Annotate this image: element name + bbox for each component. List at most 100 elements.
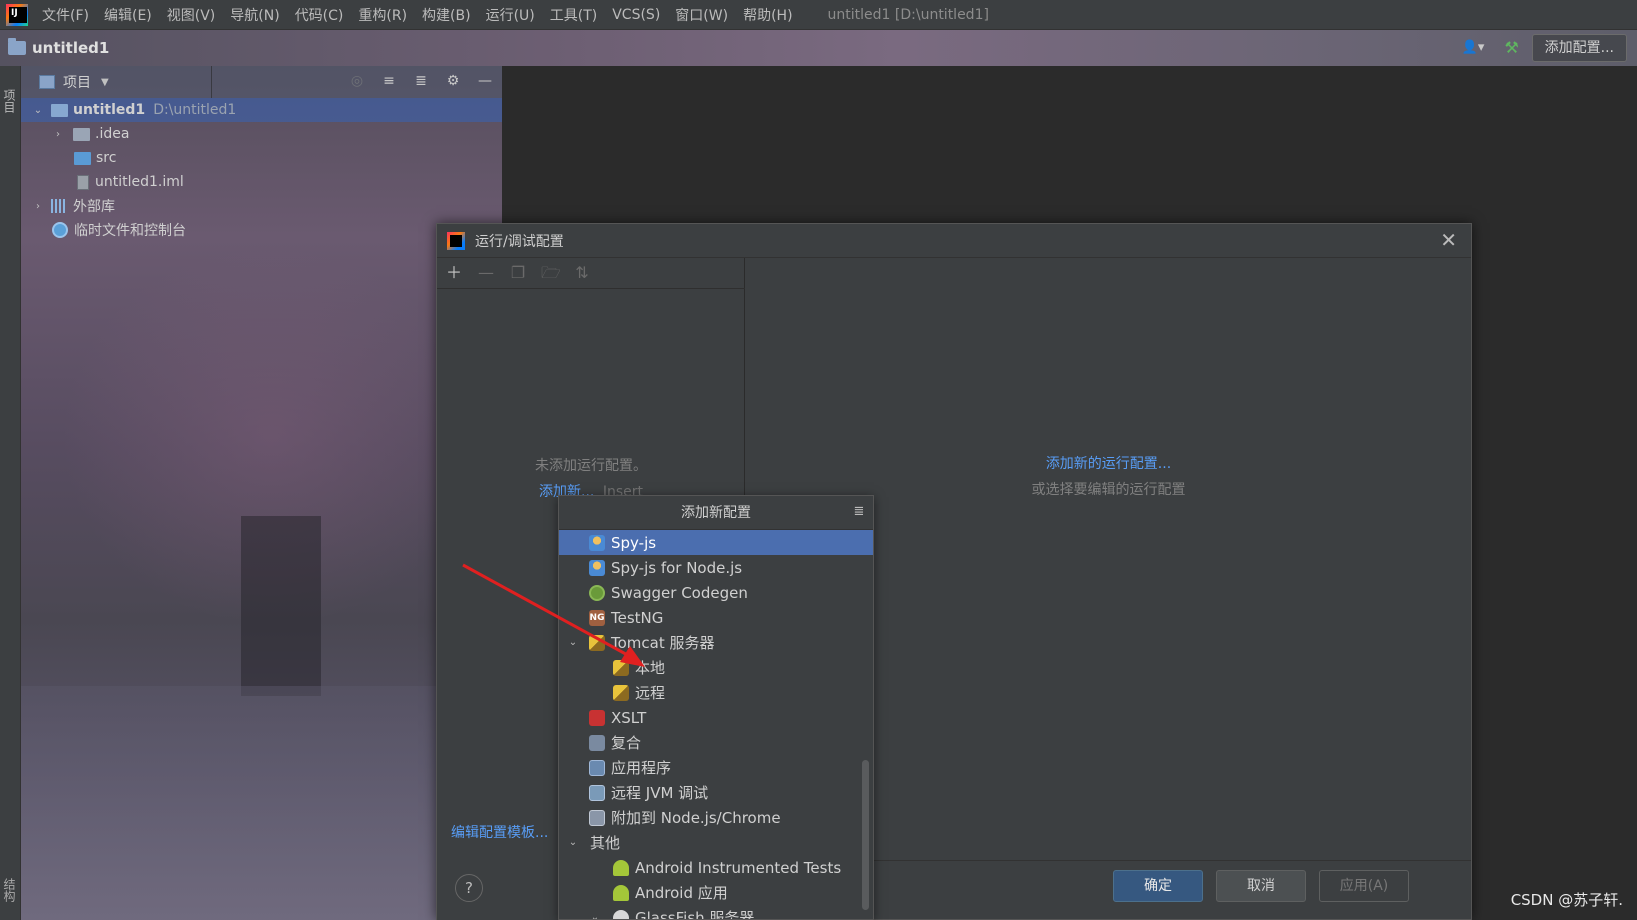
close-icon[interactable]: ✕ — [1440, 230, 1457, 250]
list-item-label: XSLT — [611, 708, 647, 727]
nav-project-name[interactable]: untitled1 — [32, 39, 109, 57]
menu-refactor[interactable]: 重构(R) — [358, 5, 407, 25]
chevron-down-icon[interactable]: ⌄ — [567, 837, 579, 848]
list-item-android-instrumented-tests[interactable]: Android Instrumented Tests — [559, 855, 873, 880]
module-folder-icon — [51, 103, 68, 117]
add-new-run-configuration-link[interactable]: 添加新的运行配置... — [746, 453, 1471, 473]
list-item-remote-jvm-debug[interactable]: 远程 JVM 调试 — [559, 780, 873, 805]
move-to-folder-icon[interactable]: 🗁 — [541, 264, 561, 282]
tree-item-label: src — [96, 150, 117, 166]
library-icon — [51, 199, 67, 213]
tree-item-label: .idea — [95, 126, 130, 142]
menu-vcs[interactable]: VCS(S) — [612, 7, 660, 23]
chevron-down-icon[interactable]: ⌄ — [31, 105, 45, 116]
copy-icon[interactable]: ❐ — [509, 264, 527, 282]
ok-button[interactable]: 确定 — [1113, 870, 1203, 902]
remove-icon[interactable]: — — [477, 264, 495, 282]
popup-scrollbar[interactable] — [862, 760, 869, 910]
list-item-swagger-codegen[interactable]: Swagger Codegen — [559, 580, 873, 605]
menu-navigate[interactable]: 导航(N) — [230, 5, 279, 25]
chevron-down-icon[interactable]: ⌄ — [567, 637, 579, 648]
chevron-right-icon[interactable]: › — [51, 129, 65, 140]
list-item-label: Android 应用 — [635, 884, 728, 902]
project-panel-header: 项目 ▼ ◎ ≡ ≣ ⚙ — — [21, 66, 502, 98]
chevron-right-icon[interactable]: › — [31, 201, 45, 212]
project-panel-title[interactable]: 项目 — [63, 72, 91, 92]
menu-tools[interactable]: 工具(T) — [550, 5, 597, 25]
list-item-android-app[interactable]: Android 应用 — [559, 880, 873, 905]
locate-file-icon[interactable]: ◎ — [348, 72, 366, 90]
build-hammer-icon[interactable]: ⚒ — [1502, 38, 1522, 58]
list-item-application[interactable]: 应用程序 — [559, 755, 873, 780]
csdn-watermark: CSDN @苏子轩. — [1510, 891, 1623, 909]
gear-icon[interactable]: ⚙ — [444, 72, 462, 90]
list-item-compound[interactable]: 复合 — [559, 730, 873, 755]
add-configuration-button[interactable]: 添加配置... — [1531, 34, 1627, 62]
menu-file[interactable]: 文件(F) — [42, 5, 89, 25]
project-tool-tab[interactable]: 项目 — [2, 78, 18, 124]
tree-item-label: 外部库 — [73, 199, 115, 215]
spy-js-icon — [589, 534, 605, 551]
header-divider — [211, 66, 212, 98]
xslt-icon — [589, 709, 605, 726]
menu-edit[interactable]: 编辑(E) — [104, 5, 152, 25]
project-view-icon — [39, 75, 55, 89]
help-button[interactable]: ? — [455, 874, 483, 902]
menu-build[interactable]: 构建(B) — [422, 5, 471, 25]
tree-item-scratches[interactable]: 临时文件和控制台 — [21, 218, 502, 242]
list-item-label: 远程 JVM 调试 — [611, 784, 709, 802]
popup-title: 添加新配置 — [681, 505, 751, 521]
intellij-logo-icon — [447, 231, 465, 250]
list-item-glassfish-server[interactable]: ⌄ GlassFish 服务器 — [559, 905, 873, 919]
testng-icon: NG — [589, 609, 605, 626]
list-item-xslt[interactable]: XSLT — [559, 705, 873, 730]
tree-item-src[interactable]: src — [21, 146, 502, 170]
edit-configuration-templates-link[interactable]: 编辑配置模板... — [451, 822, 548, 842]
list-item-tomcat-remote[interactable]: 远程 — [559, 680, 873, 705]
module-file-icon — [77, 174, 89, 190]
configuration-type-list: Spy-js Spy-js for Node.js Swagger Codege… — [559, 530, 873, 919]
menu-run[interactable]: 运行(U) — [486, 5, 535, 25]
application-icon — [589, 759, 605, 776]
android-icon — [613, 884, 629, 901]
swagger-icon — [589, 584, 605, 601]
cancel-button[interactable]: 取消 — [1216, 870, 1306, 902]
scratches-icon — [52, 222, 68, 238]
list-item-tomcat-server[interactable]: ⌄ Tomcat 服务器 — [559, 630, 873, 655]
tree-item-iml[interactable]: untitled1.iml — [21, 170, 502, 194]
collapse-all-icon[interactable]: ≣ — [851, 503, 867, 521]
add-icon[interactable]: ＋ — [445, 264, 463, 282]
list-item-testng[interactable]: NG TestNG — [559, 605, 873, 630]
list-item-spy-js-node[interactable]: Spy-js for Node.js — [559, 555, 873, 580]
chevron-down-icon[interactable]: ▼ — [101, 77, 109, 88]
list-item-label: Android Instrumented Tests — [635, 858, 842, 877]
project-tool-window: 项目 ▼ ◎ ≡ ≣ ⚙ — ⌄ untitled1 D:\untitled1 … — [21, 66, 502, 920]
configurations-toolbar: ＋ — ❐ 🗁 ⇅ — [437, 258, 745, 289]
list-item-attach-node-chrome[interactable]: 附加到 Node.js/Chrome — [559, 805, 873, 830]
menu-bar: 文件(F) 编辑(E) 视图(V) 导航(N) 代码(C) 重构(R) 构建(B… — [0, 0, 1637, 30]
list-item-spy-js[interactable]: Spy-js — [559, 530, 873, 555]
expand-all-icon[interactable]: ≡ — [380, 72, 398, 90]
tree-item-idea[interactable]: › .idea — [21, 122, 502, 146]
background-ground — [21, 686, 502, 920]
list-item-other[interactable]: ⌄ 其他 — [559, 830, 873, 855]
tomcat-icon — [589, 634, 605, 651]
user-account-icon[interactable]: 👤▾ — [1462, 38, 1492, 58]
menu-help[interactable]: 帮助(H) — [743, 5, 792, 25]
tree-item-untitled1[interactable]: ⌄ untitled1 D:\untitled1 — [21, 98, 502, 122]
add-new-configuration-popup: 添加新配置 ≣ Spy-js Spy-js for Node.js Swagge… — [558, 495, 874, 920]
list-item-label: 应用程序 — [611, 759, 672, 777]
collapse-all-icon[interactable]: ≣ — [412, 72, 430, 90]
minimize-icon[interactable]: — — [476, 72, 494, 90]
tree-item-external-libraries[interactable]: › 外部库 — [21, 194, 502, 218]
apply-button[interactable]: 应用(A) — [1319, 870, 1409, 902]
list-item-label: Tomcat 服务器 — [611, 634, 715, 652]
list-item-tomcat-local[interactable]: 本地 — [559, 655, 873, 680]
menu-view[interactable]: 视图(V) — [167, 5, 216, 25]
menu-window[interactable]: 窗口(W) — [675, 5, 728, 25]
chevron-down-icon[interactable]: ⌄ — [589, 912, 601, 919]
spy-js-node-icon — [589, 559, 605, 576]
menu-code[interactable]: 代码(C) — [295, 5, 344, 25]
structure-tool-tab[interactable]: 结构 — [2, 878, 18, 912]
sort-icon[interactable]: ⇅ — [573, 264, 591, 282]
